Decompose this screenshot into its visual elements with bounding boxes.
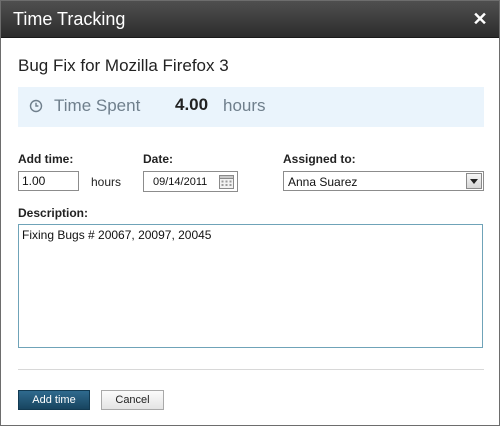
clock-icon xyxy=(29,99,43,113)
calendar-icon[interactable] xyxy=(218,173,235,190)
time-spent-unit: hours xyxy=(223,96,266,115)
time-spent-value: 4.00 xyxy=(175,95,209,114)
cancel-button[interactable]: Cancel xyxy=(101,390,164,410)
assigned-to-select[interactable]: Anna Suarez xyxy=(283,171,484,191)
add-time-unit: hours xyxy=(91,175,122,189)
assigned-to-value: Anna Suarez xyxy=(288,175,358,189)
dialog-titlebar: Time Tracking ✕ xyxy=(1,1,499,38)
task-title: Bug Fix for Mozilla Firefox 3 xyxy=(18,56,229,75)
description-label: Description: xyxy=(18,206,89,220)
date-value: 09/14/2011 xyxy=(153,176,208,188)
close-icon[interactable]: ✕ xyxy=(471,9,489,29)
footer-divider xyxy=(18,369,484,370)
dialog-title: Time Tracking xyxy=(13,9,126,29)
add-time-label: Add time: xyxy=(18,152,74,166)
time-spent-label: Time Spent xyxy=(54,96,141,115)
date-input[interactable]: 09/14/2011 xyxy=(143,171,238,192)
add-time-button[interactable]: Add time xyxy=(18,390,90,410)
add-time-input[interactable] xyxy=(18,171,79,191)
assigned-to-label: Assigned to: xyxy=(283,152,356,166)
time-tracking-dialog: Time Tracking ✕ Bug Fix for Mozilla Fire… xyxy=(0,0,500,426)
time-spent-banner: Time Spent 4.00 hours xyxy=(18,87,484,127)
chevron-down-icon[interactable] xyxy=(466,173,482,189)
date-label: Date: xyxy=(143,152,174,166)
description-textarea[interactable]: Fixing Bugs # 20067, 20097, 20045 xyxy=(18,224,483,348)
